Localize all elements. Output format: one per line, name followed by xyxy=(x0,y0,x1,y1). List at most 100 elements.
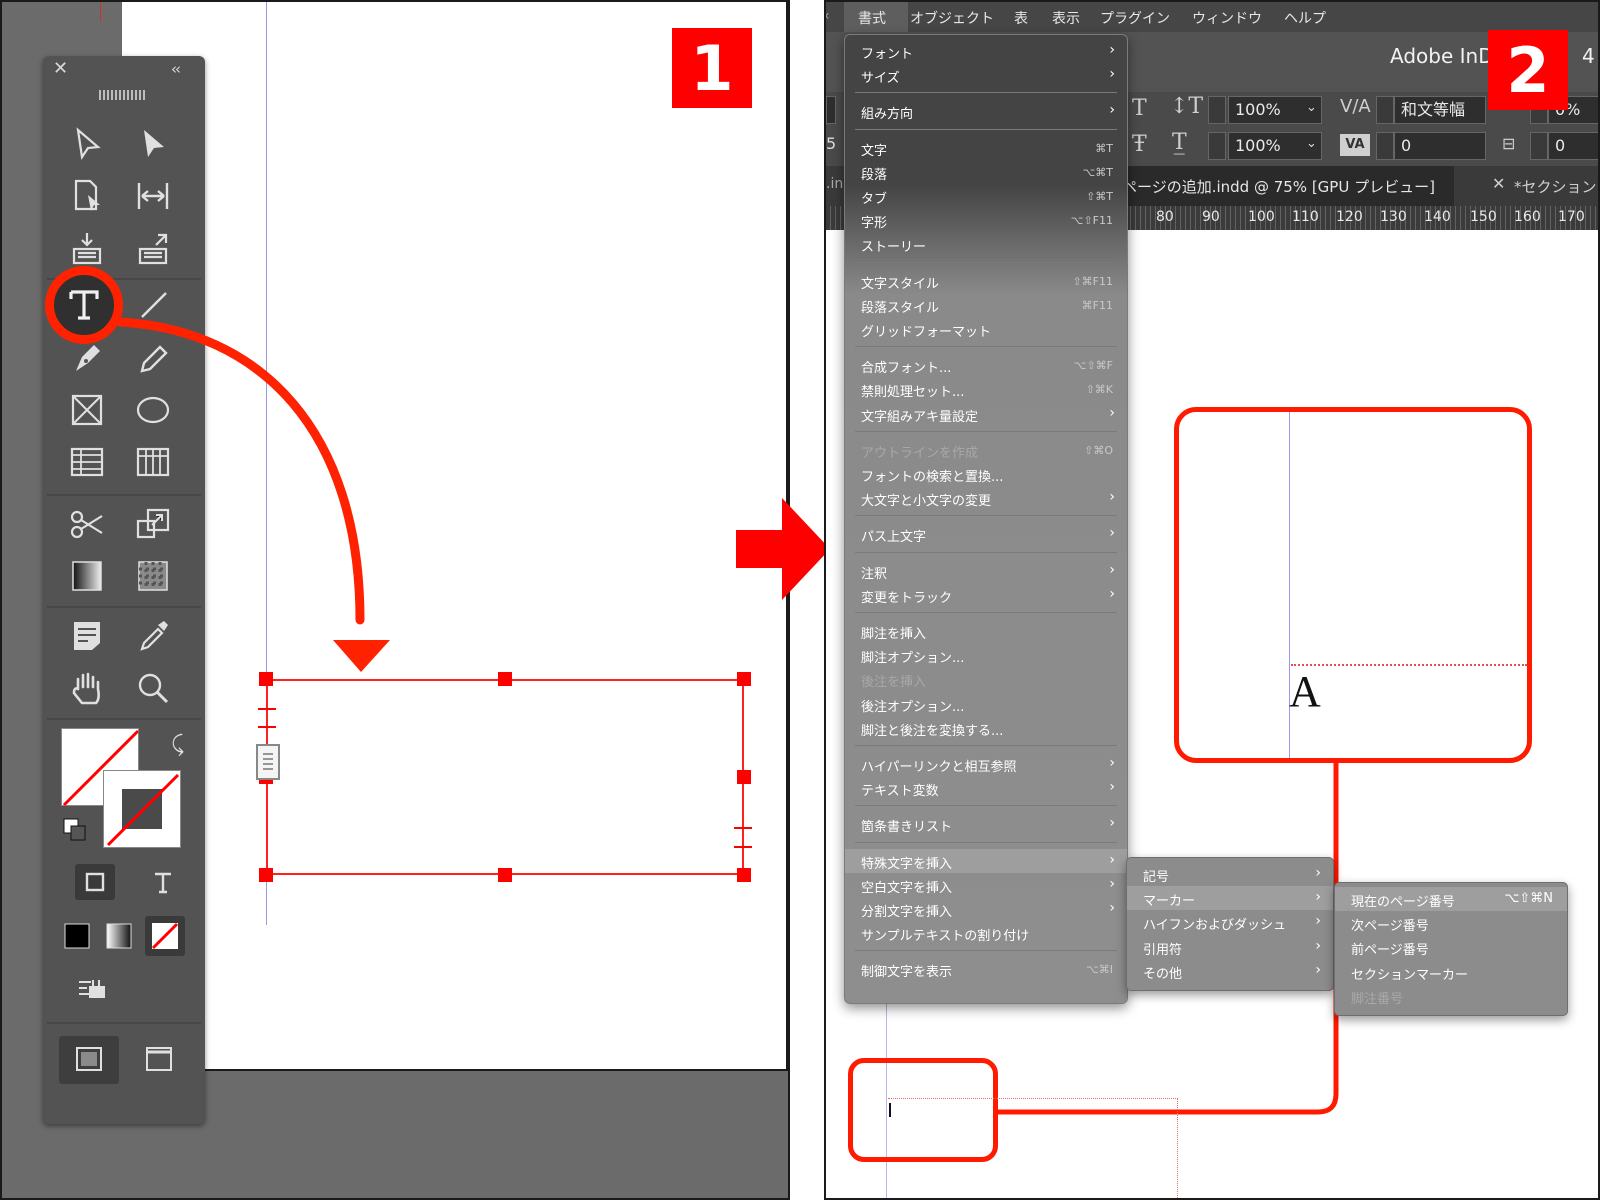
chevron-right-icon: › xyxy=(1109,404,1115,421)
type-menu-item-label: 合成フォント... xyxy=(861,361,952,377)
keyboard-shortcut: ⌥⇧F11 xyxy=(1070,214,1113,228)
type-menu-item-label: グリッドフォーマット xyxy=(861,325,992,340)
type-menu-item[interactable]: テキスト変数 › xyxy=(845,776,1127,800)
type-menu-item[interactable]: 段落スタイル ⌘F11 xyxy=(845,293,1127,317)
type-menu-item-label: 脚注と後注を変換する... xyxy=(861,723,1004,739)
insert-special-character-submenu[interactable]: 記号 › マーカー › ハイフンおよびダッシュ › 引用符 › その他 › xyxy=(1126,857,1334,991)
frame-handle[interactable] xyxy=(259,672,273,686)
type-menu-item[interactable]: 注釈 › xyxy=(845,559,1127,583)
frame-handle[interactable] xyxy=(737,770,751,784)
type-menu-item-label: 制御文字を表示 xyxy=(861,965,953,981)
frame-handle[interactable] xyxy=(737,868,751,882)
type-menu-item-label: 脚注を挿入 xyxy=(861,627,927,642)
type-menu-item[interactable]: 制御文字を表示 ⌥⌘I xyxy=(845,957,1127,981)
type-menu-item[interactable]: フォント › xyxy=(845,39,1127,63)
instruction-arrow xyxy=(115,317,390,672)
menu-separator xyxy=(855,612,1117,613)
type-menu-item-label: 段落スタイル xyxy=(861,300,940,316)
type-menu-item[interactable]: 脚注と後注を変換する... xyxy=(845,716,1127,740)
type-menu-item[interactable]: サイズ › xyxy=(845,63,1127,87)
type-menu-item[interactable]: 文字スタイル ⇧⌘F11 xyxy=(845,269,1127,293)
type-menu-item[interactable]: 段落 ⌥⌘T xyxy=(845,160,1127,184)
step-badge: 2 xyxy=(1488,30,1568,110)
type-menu-item[interactable]: 特殊文字を挿入 › xyxy=(845,848,1127,873)
chevron-right-icon: › xyxy=(1315,961,1321,978)
menu-separator xyxy=(855,515,1117,517)
type-menu[interactable]: フォント › サイズ › 組み方向 › 文字 ⌘T 段落 ⌥⌘T タブ ⇧⌘T 字形 ⌥⇧F11 ストーリー… xyxy=(844,34,1128,1004)
type-menu-item[interactable]: 字形 ⌥⇧F11 xyxy=(845,208,1127,232)
type-menu-item[interactable]: タブ ⇧⌘T xyxy=(845,184,1127,208)
marker-menu-item[interactable]: 前ページ番号 xyxy=(1335,935,1567,959)
type-menu-item-label: ハイパーリンクと相互参照 xyxy=(861,760,1017,775)
keyboard-shortcut: ⌥⇧⌘F xyxy=(1073,359,1113,373)
type-menu-item[interactable]: フォントの検索と置換... xyxy=(845,462,1127,486)
type-menu-item[interactable]: 分割文字を挿入 › xyxy=(845,897,1127,921)
type-menu-item-label: タブ xyxy=(861,192,888,207)
type-menu-item-label: 後注を挿入 xyxy=(861,675,927,691)
marker-menu-item-label: 次ページ番号 xyxy=(1351,919,1429,935)
type-menu-item[interactable]: グリッドフォーマット xyxy=(845,317,1127,341)
step-1-panel: 1 ✕ ‹‹ ⤹ xyxy=(0,0,790,1200)
keyboard-shortcut: ⌘F11 xyxy=(1081,298,1113,312)
type-menu-item[interactable]: ストーリー xyxy=(845,232,1127,256)
type-menu-item[interactable]: 組み方向 › xyxy=(845,99,1127,123)
text-frame-outline xyxy=(888,1098,1178,1198)
keyboard-shortcut: ⇧⌘F11 xyxy=(1072,274,1113,288)
special-menu-item[interactable]: その他 › xyxy=(1127,959,1333,983)
menu-separator xyxy=(855,128,1117,130)
type-menu-item[interactable]: 脚注を挿入 xyxy=(845,619,1127,643)
chevron-right-icon: › xyxy=(1109,851,1115,868)
menu-separator xyxy=(855,430,1117,432)
chevron-right-icon: › xyxy=(1109,561,1115,578)
special-menu-item[interactable]: 記号 › xyxy=(1127,862,1333,886)
marker-menu-item-label: 脚注番号 xyxy=(1351,991,1404,1007)
frame-tick xyxy=(258,708,276,710)
keyboard-shortcut: ⌥⇧⌘N xyxy=(1504,891,1553,906)
special-menu-item-label: マーカー xyxy=(1143,894,1196,910)
type-menu-item-label: 段落 xyxy=(861,167,888,183)
special-menu-item-label: その他 xyxy=(1143,966,1183,982)
menu-separator xyxy=(855,745,1117,746)
marker-menu-item[interactable]: 次ページ番号 xyxy=(1335,911,1567,935)
type-menu-item[interactable]: 文字 ⌘T xyxy=(845,136,1127,160)
frame-tick xyxy=(734,827,752,829)
type-menu-item[interactable]: 合成フォント... ⌥⇧⌘F xyxy=(845,353,1127,377)
markers-submenu[interactable]: 現在のページ番号 ⌥⇧⌘N 次ページ番号 前ページ番号 セクションマーカー脚注番号 xyxy=(1334,882,1568,1016)
type-menu-item[interactable]: 脚注オプション... xyxy=(845,643,1127,667)
type-menu-item-label: 字形 xyxy=(861,216,888,232)
type-menu-item[interactable]: 変更をトラック › xyxy=(845,583,1127,607)
type-menu-item-label: アウトラインを作成 xyxy=(861,445,979,461)
type-menu-item[interactable]: パス上文字 › xyxy=(845,522,1127,546)
menu-separator xyxy=(855,841,1117,843)
frame-tick xyxy=(258,726,276,728)
frame-handle[interactable] xyxy=(498,868,512,882)
chevron-right-icon: › xyxy=(1315,889,1321,906)
special-menu-item[interactable]: ハイフンおよびダッシュ › xyxy=(1127,910,1333,934)
type-menu-item[interactable]: サンプルテキストの割り付け xyxy=(845,921,1127,945)
special-menu-item[interactable]: マーカー › xyxy=(1127,886,1333,911)
marker-menu-item[interactable]: セクションマーカー xyxy=(1335,960,1567,984)
type-menu-item[interactable]: 禁則処理セット... ⇧⌘K xyxy=(845,377,1127,401)
type-menu-item[interactable]: 後注オプション... xyxy=(845,692,1127,716)
chevron-right-icon: › xyxy=(1315,937,1321,954)
frame-handle[interactable] xyxy=(259,868,273,882)
frame-handle[interactable] xyxy=(737,672,751,686)
marker-menu-item[interactable]: 現在のページ番号 ⌥⇧⌘N xyxy=(1335,887,1567,911)
type-menu-item[interactable]: 空白文字を挿入 › xyxy=(845,873,1127,897)
keyboard-shortcut: ⇧⌘T xyxy=(1086,190,1113,203)
special-menu-item[interactable]: 引用符 › xyxy=(1127,935,1333,959)
special-menu-item-label: 記号 xyxy=(1143,870,1170,885)
step-2-panel: ‹ 書式 オブジェクト 表 表示 プラグイン ウィンドウ ヘルプ Adobe I… xyxy=(824,0,1600,1200)
type-menu-item[interactable]: 文字組みアキ量設定 › xyxy=(845,402,1127,426)
type-menu-item-label: 脚注オプション... xyxy=(861,651,965,667)
text-frame[interactable] xyxy=(266,679,744,875)
type-menu-item[interactable]: 大文字と小文字の変更 › xyxy=(845,486,1127,510)
type-menu-item-label: 空白文字を挿入 xyxy=(861,880,953,896)
keyboard-shortcut: ⌥⌘T xyxy=(1082,165,1113,179)
in-port-icon[interactable] xyxy=(256,744,280,780)
type-menu-item[interactable]: 箇条書きリスト › xyxy=(845,812,1127,836)
type-menu-item-label: 変更をトラック xyxy=(861,590,953,606)
marker-menu-item-label: 前ページ番号 xyxy=(1351,943,1429,959)
type-menu-item[interactable]: ハイパーリンクと相互参照 › xyxy=(845,752,1127,776)
frame-handle[interactable] xyxy=(498,672,512,686)
